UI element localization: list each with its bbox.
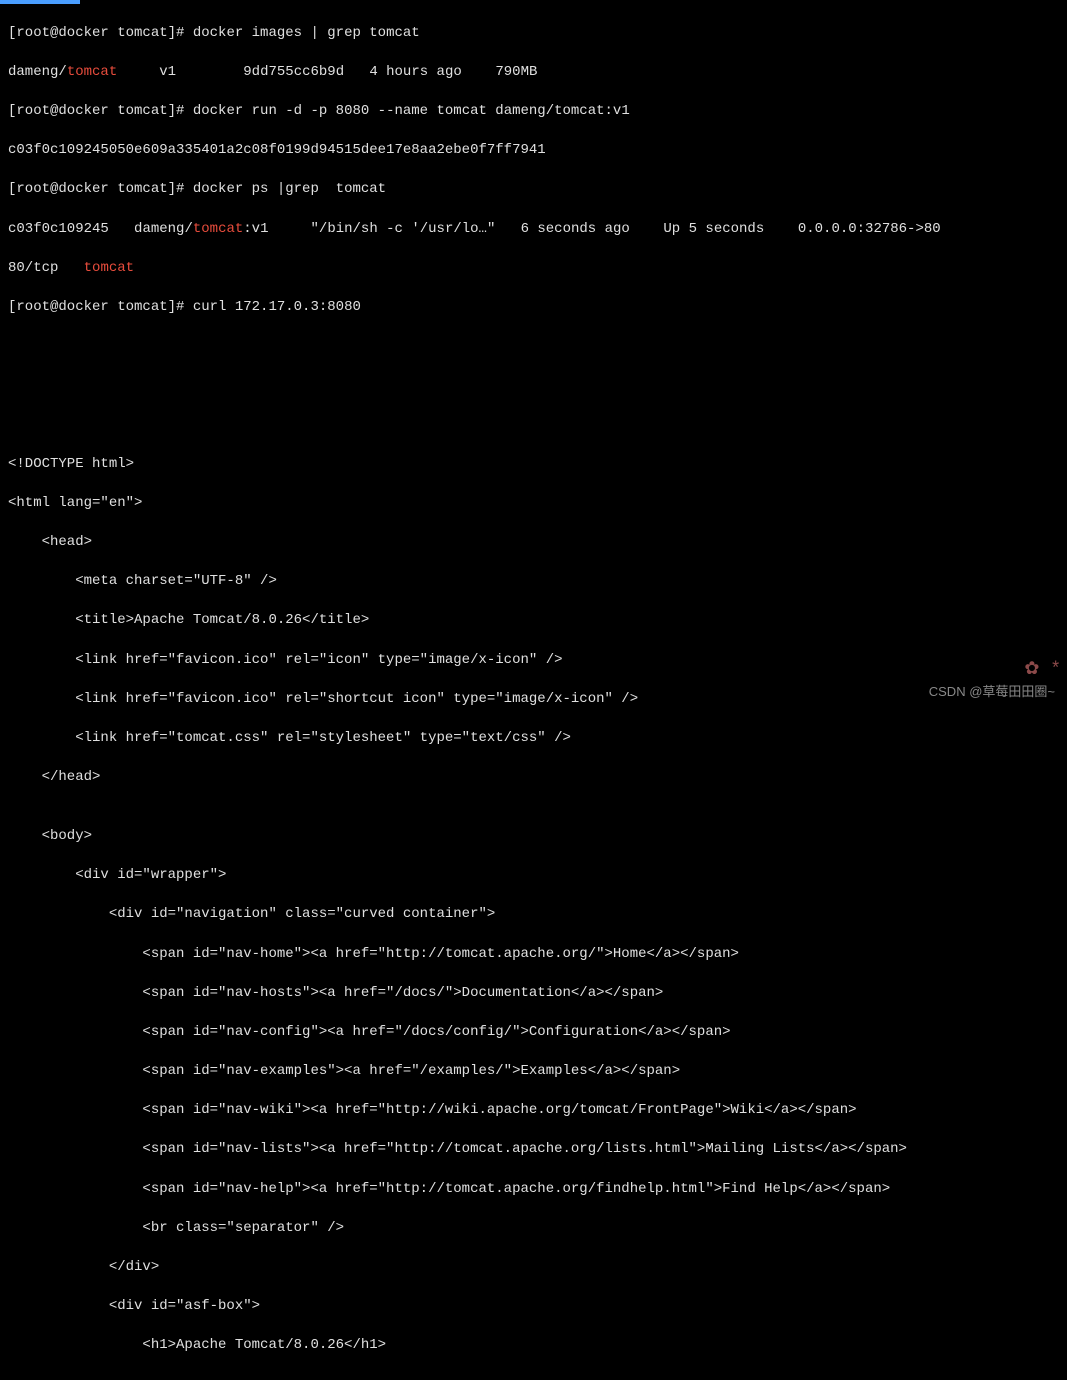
curl-output-line: <div id="navigation" class="curved conta… [8,905,1059,925]
curl-output-line: <html lang="en"> [8,494,1059,514]
curl-output-line: <span id="nav-wiki"><a href="http://wiki… [8,1101,1059,1121]
curl-output-line: <span id="nav-help"><a href="http://tomc… [8,1180,1059,1200]
img-highlight: tomcat [193,221,243,237]
image-id: 9dd755cc6b9d [243,64,344,80]
command-text: curl 172.17.0.3:8080 [193,299,361,315]
prompt-line-2: [root@docker tomcat]# docker run -d -p 8… [8,102,1059,122]
curl-output-line: <link href="favicon.ico" rel="shortcut i… [8,690,1059,710]
repo-highlight: tomcat [67,64,117,80]
container-status: Up 5 seconds [663,221,764,237]
prompt-line-1: [root@docker tomcat]# docker images | gr… [8,24,1059,44]
shell-prompt: [root@docker tomcat]# [8,103,184,119]
shell-prompt: [root@docker tomcat]# [8,181,184,197]
watermark-text: CSDN @草莓田田圈~ [929,683,1055,701]
curl-output-line: <link href="tomcat.css" rel="stylesheet"… [8,729,1059,749]
image-created: 4 hours ago [369,64,461,80]
terminal-output[interactable]: [root@docker tomcat]# docker images | gr… [0,0,1067,1380]
repo-prefix: dameng/ [8,64,67,80]
curl-output-line: <span id="nav-hosts"><a href="/docs/">Do… [8,984,1059,1004]
curl-output-line: <span id="nav-lists"><a href="http://tom… [8,1140,1059,1160]
container-name: tomcat [84,260,134,276]
command-text: docker ps |grep tomcat [193,181,386,197]
curl-output-line: <link href="favicon.ico" rel="icon" type… [8,651,1059,671]
container-created: 6 seconds ago [521,221,630,237]
docker-images-output: dameng/tomcat v1 9dd755cc6b9d 4 hours ag… [8,63,1059,83]
curl-output-line: <div id="asf-box"> [8,1297,1059,1317]
blank-line [8,337,1059,357]
container-ports-2: 80/tcp [8,260,58,276]
curl-output-line: </head> [8,768,1059,788]
selection-bar [0,0,80,4]
decoration-icon: ✿ * [1024,658,1061,683]
blank-line [8,415,1059,435]
container-long-id: c03f0c109245050e609a335401a2c08f0199d945… [8,142,546,158]
curl-output-line: <body> [8,827,1059,847]
curl-output-line: <!DOCTYPE html> [8,455,1059,475]
command-text: docker images | grep tomcat [193,25,420,41]
blank-line [8,376,1059,396]
curl-output-line: <span id="nav-examples"><a href="/exampl… [8,1062,1059,1082]
docker-ps-output-2: 80/tcp tomcat [8,259,1059,279]
img-suffix: :v1 [243,221,268,237]
curl-output-line: </div> [8,1258,1059,1278]
image-tag: v1 [159,64,176,80]
prompt-line-3: [root@docker tomcat]# docker ps |grep to… [8,180,1059,200]
container-id: c03f0c109245 [8,221,109,237]
shell-prompt: [root@docker tomcat]# [8,299,184,315]
docker-run-output: c03f0c109245050e609a335401a2c08f0199d945… [8,141,1059,161]
curl-output-line: <h1>Apache Tomcat/8.0.26</h1> [8,1336,1059,1356]
curl-output-line: <span id="nav-config"><a href="/docs/con… [8,1023,1059,1043]
curl-output-line: <meta charset="UTF-8" /> [8,572,1059,592]
container-ports: 0.0.0.0:32786->80 [798,221,941,237]
container-cmd: "/bin/sh -c '/usr/lo…" [311,221,496,237]
curl-output-line: <br class="separator" /> [8,1219,1059,1239]
prompt-line-4: [root@docker tomcat]# curl 172.17.0.3:80… [8,298,1059,318]
curl-output-line: <div id="wrapper"> [8,866,1059,886]
shell-prompt: [root@docker tomcat]# [8,25,184,41]
curl-output-line: <head> [8,533,1059,553]
docker-ps-output: c03f0c109245 dameng/tomcat:v1 "/bin/sh -… [8,220,1059,240]
command-text: docker run -d -p 8080 --name tomcat dame… [193,103,630,119]
curl-output-line: <title>Apache Tomcat/8.0.26</title> [8,611,1059,631]
curl-output-line: <span id="nav-home"><a href="http://tomc… [8,945,1059,965]
img-prefix: dameng/ [134,221,193,237]
image-size: 790MB [495,64,537,80]
